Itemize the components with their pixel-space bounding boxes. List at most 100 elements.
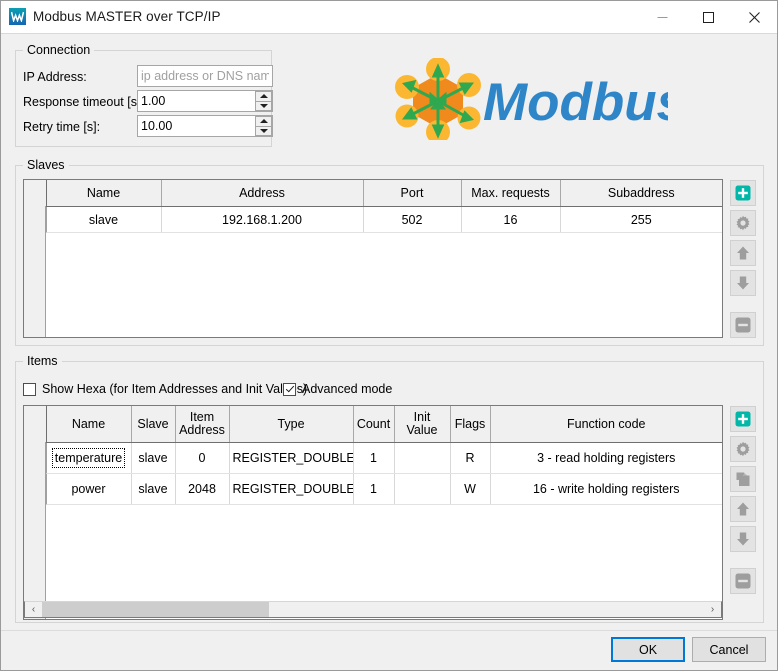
slaves-group-title: Slaves (23, 158, 69, 172)
cancel-button[interactable]: Cancel (692, 637, 766, 662)
items-cell-flags[interactable]: W (450, 473, 491, 505)
items-horizontal-scrollbar[interactable]: ‹ › (24, 601, 722, 618)
show-hexa-checkbox[interactable]: Show Hexa (for Item Addresses and Init V… (23, 382, 307, 396)
items-col-function-code[interactable]: Function code (490, 406, 722, 443)
close-icon[interactable] (731, 1, 777, 33)
move-item-down-button[interactable] (730, 526, 756, 552)
items-cell-name-text: temperature (51, 448, 126, 468)
items-header-row: Name Slave Item Address Type Count Init … (24, 406, 722, 443)
retry-time-label: Retry time [s]: (23, 120, 101, 134)
ok-button[interactable]: OK (611, 637, 685, 662)
retry-time-input[interactable] (137, 115, 273, 137)
slaves-cell-address[interactable]: 192.168.1.200 (161, 206, 364, 233)
minimize-icon[interactable] (639, 1, 685, 33)
ip-address-label: IP Address: (23, 70, 87, 84)
items-table[interactable]: Name Slave Item Address Type Count Init … (23, 405, 723, 620)
items-col-flags[interactable]: Flags (450, 406, 491, 443)
items-cell-item-address[interactable]: 0 (175, 442, 230, 474)
scroll-right-icon[interactable]: › (704, 602, 721, 617)
table-row[interactable]: 1 temperature slave 0 REGISTER_DOUBLE 1 … (24, 442, 722, 474)
items-cell-slave[interactable]: slave (131, 442, 176, 474)
slave-settings-button[interactable] (730, 210, 756, 236)
items-cell-type[interactable]: REGISTER_DOUBLE (229, 473, 354, 505)
slaves-cell-port[interactable]: 502 (363, 206, 462, 233)
items-cell-item-address[interactable]: 2048 (175, 473, 230, 505)
items-col-type[interactable]: Type (229, 406, 354, 443)
app-icon (9, 8, 26, 25)
items-col-item-address[interactable]: Item Address (175, 406, 230, 443)
spinner-up-icon[interactable] (256, 117, 271, 126)
slaves-col-address[interactable]: Address (161, 180, 364, 207)
scrollbar-thumb[interactable] (42, 602, 269, 617)
items-cell-function-code[interactable]: 16 - write holding registers (490, 473, 722, 505)
response-timeout-input[interactable] (137, 90, 273, 112)
items-group-title: Items (23, 354, 62, 368)
items-col-item-address-line2: Address (179, 423, 225, 437)
response-timeout-field (137, 90, 273, 112)
items-cell-type[interactable]: REGISTER_DOUBLE (229, 442, 354, 474)
items-grid: Name Slave Item Address Type Count Init … (24, 406, 722, 505)
slaves-table[interactable]: Name Address Port Max. requests Subaddre… (23, 179, 723, 338)
spinner-down-icon[interactable] (256, 127, 271, 136)
slaves-cell-name[interactable]: slave (46, 206, 162, 233)
items-cell-flags[interactable]: R (450, 442, 491, 474)
add-item-button[interactable] (730, 406, 756, 432)
items-row-gutter (24, 442, 46, 619)
retry-time-field (137, 115, 273, 137)
move-slave-down-button[interactable] (730, 270, 756, 296)
slaves-col-subaddress[interactable]: Subaddress (560, 180, 722, 207)
items-toolbar (730, 406, 756, 598)
items-cell-function-code[interactable]: 3 - read holding registers (490, 442, 722, 474)
slaves-col-name[interactable]: Name (46, 180, 162, 207)
move-item-up-button[interactable] (730, 496, 756, 522)
items-col-slave[interactable]: Slave (131, 406, 176, 443)
slaves-col-port[interactable]: Port (363, 180, 462, 207)
table-row[interactable]: 2 power slave 2048 REGISTER_DOUBLE 1 W 1… (24, 473, 722, 505)
slaves-row-gutter (24, 206, 46, 337)
response-timeout-label: Response timeout [s]: (23, 95, 144, 109)
modbus-logo: Modbus (393, 57, 686, 144)
response-timeout-spinner[interactable] (255, 91, 272, 111)
advanced-mode-label: Advanced mode (302, 382, 393, 396)
show-hexa-checkbox-box[interactable] (23, 382, 36, 396)
modbus-master-dialog: Modbus MASTER over TCP/IP Connection IP … (0, 0, 778, 671)
move-slave-up-button[interactable] (730, 240, 756, 266)
items-cell-init-value[interactable] (394, 473, 451, 505)
window-title: Modbus MASTER over TCP/IP (33, 9, 221, 24)
items-col-init-value[interactable]: Init Value (394, 406, 451, 443)
ip-address-input[interactable] (137, 65, 273, 87)
duplicate-item-button[interactable] (730, 466, 756, 492)
items-col-count[interactable]: Count (353, 406, 395, 443)
slaves-cell-subaddress[interactable]: 255 (560, 206, 722, 233)
items-cell-init-value[interactable] (394, 442, 451, 474)
items-cell-name[interactable]: temperature (46, 442, 132, 474)
spinner-down-icon[interactable] (256, 102, 271, 111)
slaves-col-rownum[interactable] (24, 180, 47, 207)
slaves-col-max-requests[interactable]: Max. requests (461, 180, 561, 207)
scrollbar-track[interactable] (42, 602, 704, 617)
items-cell-count[interactable]: 1 (353, 442, 395, 474)
items-col-rownum[interactable] (24, 406, 47, 443)
slaves-toolbar (730, 180, 756, 342)
items-col-name[interactable]: Name (46, 406, 132, 443)
items-cell-name[interactable]: power (46, 473, 132, 505)
slaves-header-row: Name Address Port Max. requests Subaddre… (24, 180, 722, 207)
footer-separator (1, 630, 777, 631)
connection-group-title: Connection (23, 43, 95, 57)
items-cell-slave[interactable]: slave (131, 473, 176, 505)
spinner-up-icon[interactable] (256, 92, 271, 101)
advanced-mode-checkbox[interactable]: Advanced mode (283, 382, 392, 396)
show-hexa-label: Show Hexa (for Item Addresses and Init V… (42, 382, 308, 396)
table-row[interactable]: 1 slave 192.168.1.200 502 16 255 (24, 206, 722, 233)
slaves-cell-max-requests[interactable]: 16 (461, 206, 561, 233)
retry-time-spinner[interactable] (255, 116, 272, 136)
add-slave-button[interactable] (730, 180, 756, 206)
remove-slave-button[interactable] (730, 312, 756, 338)
items-cell-count[interactable]: 1 (353, 473, 395, 505)
scroll-left-icon[interactable]: ‹ (25, 602, 42, 617)
advanced-mode-checkbox-box[interactable] (283, 382, 296, 396)
item-settings-button[interactable] (730, 436, 756, 462)
window-controls (639, 1, 777, 33)
remove-item-button[interactable] (730, 568, 756, 594)
maximize-icon[interactable] (685, 1, 731, 33)
